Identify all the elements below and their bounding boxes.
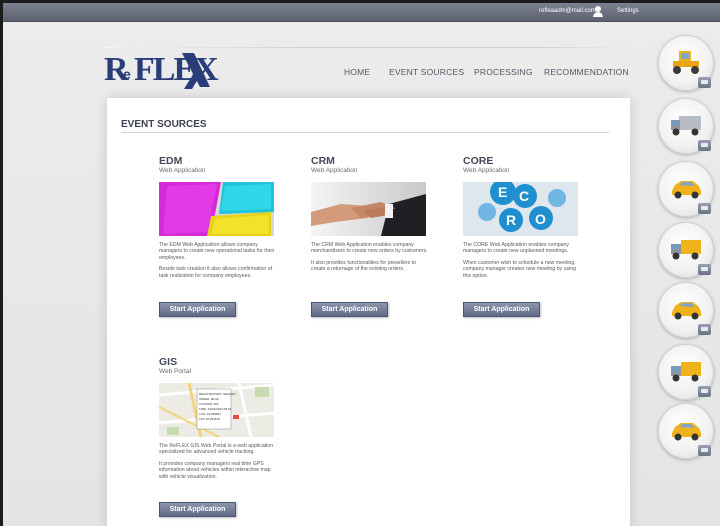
nav-home[interactable]: HOME	[344, 67, 370, 81]
nav-recommendation[interactable]: RECOMMENDATION	[544, 67, 629, 81]
nav-processing[interactable]: PROCESSING	[474, 67, 533, 81]
card-edm: EDM Web Application The EDM Web Applicat…	[159, 156, 279, 284]
start-edm-button[interactable]: Start Application	[159, 302, 236, 317]
card-description: The CRM Web Application enables company …	[311, 242, 428, 273]
vehicle-car-button[interactable]	[658, 161, 714, 217]
card-gis: GIS Web Portal REGISTRATION: UE0211P SPE…	[159, 357, 279, 485]
message-icon[interactable]	[698, 445, 711, 456]
start-crm-button[interactable]: Start Application	[311, 302, 388, 317]
gis-map-thumbnail: REGISTRATION: UE0211P SPEED: 0km/h COURS…	[159, 383, 274, 437]
card-description: The ReFLEX GIS Web Portal is a web appli…	[159, 443, 274, 480]
svg-text:R: R	[506, 212, 516, 228]
card-description: The EDM Web Application allows company m…	[159, 242, 275, 279]
svg-text:E: E	[498, 184, 507, 200]
title-divider	[121, 132, 609, 133]
start-gis-button[interactable]: Start Application	[159, 502, 236, 517]
truck-icon	[671, 240, 701, 260]
vehicle-truck-button[interactable]	[658, 222, 714, 278]
app-window: refleaadm@mail.com Settings R e FLEX HOM…	[0, 0, 720, 526]
core-thumbnail: E C O R	[463, 182, 578, 236]
vehicle-car-button[interactable]	[658, 403, 714, 459]
car-icon	[672, 302, 701, 320]
svg-text:LAT: 45.254143: LAT: 45.254143	[199, 417, 220, 421]
vehicle-car-button[interactable]	[658, 282, 714, 338]
card-title: GIS	[159, 356, 178, 368]
vehicle-roller-button[interactable]	[658, 35, 714, 91]
start-core-button[interactable]: Start Application	[463, 302, 540, 317]
card-title: CRM	[311, 155, 335, 167]
svg-text:LON: 19.835807: LON: 19.835807	[199, 412, 221, 416]
logo-swoosh-icon	[182, 53, 210, 89]
car-icon	[672, 181, 701, 199]
svg-text:COURSE: 260: COURSE: 260	[199, 402, 219, 406]
vehicle-truck-button[interactable]	[658, 344, 714, 400]
crm-handshake-thumbnail	[311, 182, 426, 236]
message-icon[interactable]	[698, 386, 711, 397]
card-core: CORE Web Application E C O R The CORE We…	[463, 156, 583, 284]
settings-link[interactable]: Settings	[617, 8, 639, 14]
card-subtitle: Web Application	[159, 167, 206, 174]
svg-text:TIME: 16/02/2013 09:04: TIME: 16/02/2013 09:04	[199, 407, 232, 411]
message-icon[interactable]	[698, 77, 711, 88]
reflex-logo[interactable]: R e FLEX	[104, 45, 219, 89]
svg-text:SPEED: 0km/h: SPEED: 0km/h	[199, 397, 219, 401]
roller-icon	[673, 51, 699, 74]
card-subtitle: Web Portal	[159, 368, 192, 375]
card-subtitle: Web Application	[311, 167, 358, 174]
message-icon[interactable]	[698, 203, 711, 214]
nav-event-sources[interactable]: EVENT SOURCES	[389, 67, 464, 81]
card-subtitle: Web Application	[463, 167, 510, 174]
svg-text:C: C	[519, 188, 529, 204]
message-icon[interactable]	[698, 264, 711, 275]
card-title: CORE	[463, 155, 494, 167]
truck-icon	[671, 362, 701, 382]
top-bar: refleaadm@mail.com Settings	[3, 3, 720, 22]
vehicle-truck-button[interactable]	[658, 98, 714, 154]
car-icon	[672, 423, 701, 441]
message-icon[interactable]	[698, 140, 711, 151]
svg-text:O: O	[535, 211, 546, 227]
edm-thumbnail	[159, 182, 274, 236]
card-description: The CORE Web Application enables company…	[463, 242, 577, 279]
truck-icon	[671, 116, 701, 136]
page-title: EVENT SOURCES	[121, 119, 207, 130]
user-icon[interactable]	[593, 6, 603, 18]
message-icon[interactable]	[698, 324, 711, 335]
card-title: EDM	[159, 155, 183, 167]
content-panel: EVENT SOURCES EDM Web Application The ED…	[107, 98, 630, 526]
svg-text:REGISTRATION: UE0211P: REGISTRATION: UE0211P	[199, 392, 236, 396]
user-email[interactable]: refleaadm@mail.com	[539, 8, 596, 14]
card-crm: CRM Web Application The CRM Web Applicat…	[311, 156, 431, 278]
